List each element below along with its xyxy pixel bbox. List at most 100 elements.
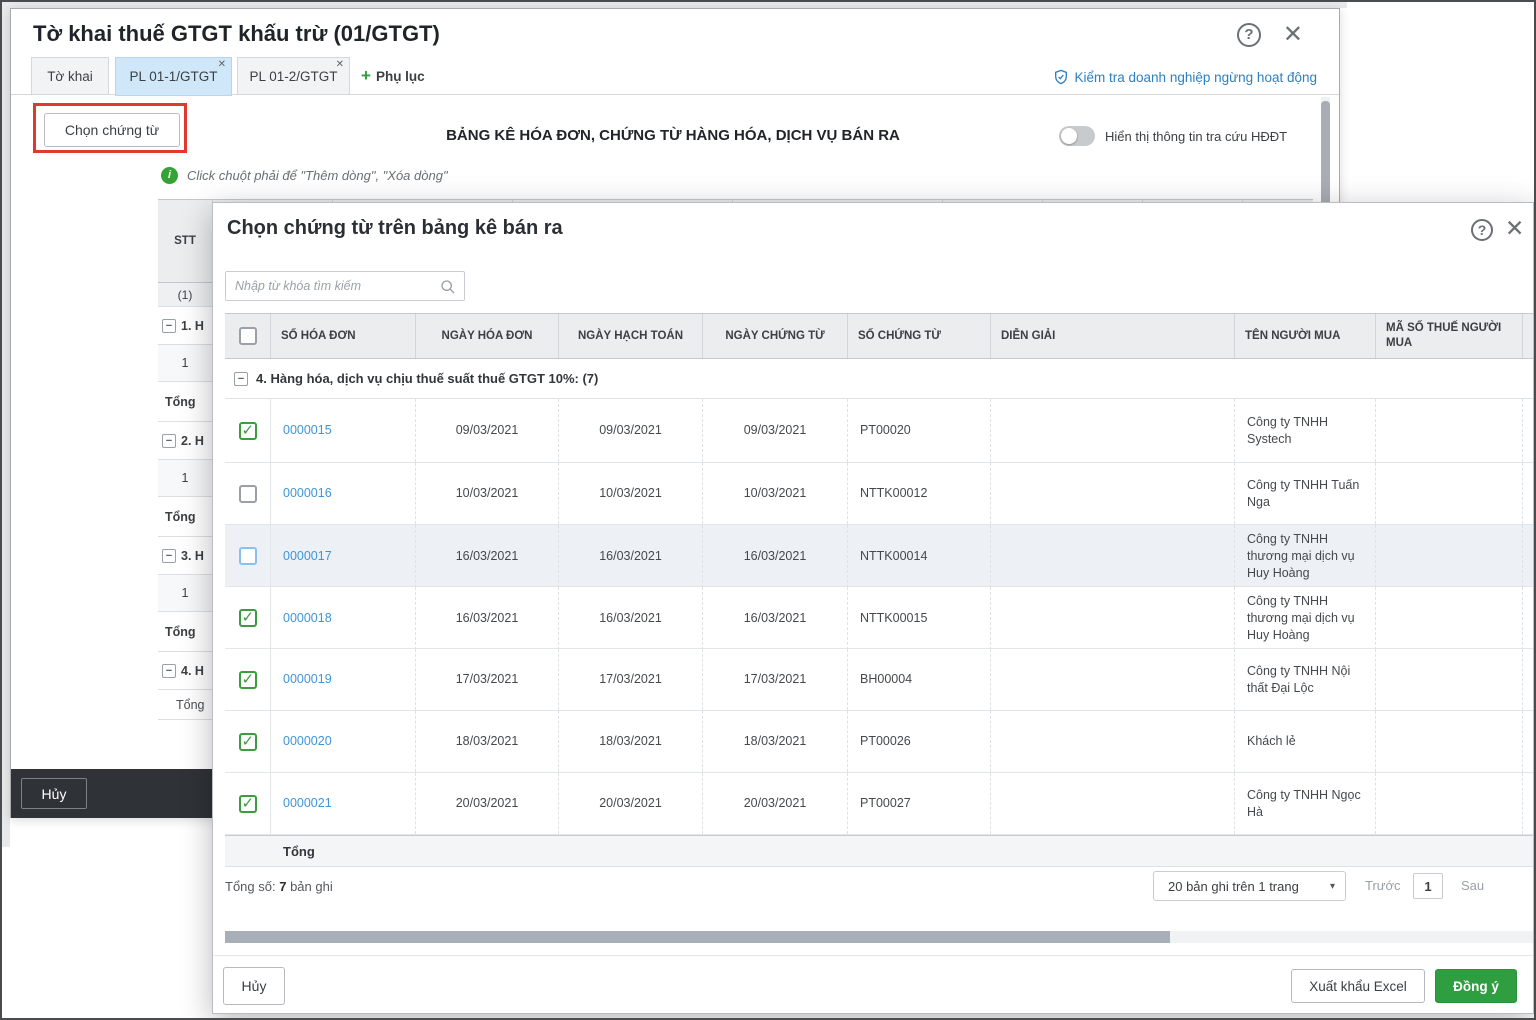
table-row: Tổng xyxy=(158,612,213,652)
cell-text: (1) xyxy=(178,288,193,302)
tab-label: PL 01-1/GTGT xyxy=(129,69,217,84)
record-count-value: 7 xyxy=(279,879,286,894)
pagination-next[interactable]: Sau xyxy=(1461,878,1484,893)
row-checkbox[interactable] xyxy=(239,422,257,440)
search-input[interactable] xyxy=(235,273,430,299)
doc-date-cell: 16/03/2021 xyxy=(703,525,848,588)
add-appendix-label: Phụ lục xyxy=(376,69,425,84)
tab-pl-01-1-gtgt[interactable]: PL 01-1/GTGT ✕ xyxy=(115,57,232,96)
table-header-row: SỐ HÓA ĐƠN NGÀY HÓA ĐƠN NGÀY HẠCH TOÁN N… xyxy=(225,313,1534,359)
row-checkbox[interactable] xyxy=(239,795,257,813)
modal-title: Chọn chứng từ trên bảng kê bán ra xyxy=(227,217,563,240)
check-company-status-link[interactable]: Kiểm tra doanh nghiệp ngừng hoạt động xyxy=(1053,69,1317,85)
collapse-icon[interactable]: − xyxy=(162,434,176,448)
table-row[interactable]: −1. H xyxy=(158,307,213,345)
screenshot-canvas: Tờ khai thuế GTGT khấu trừ (01/GTGT) ? ✕… xyxy=(0,0,1536,1020)
invoice-number-link[interactable]: 0000021 xyxy=(271,773,416,834)
tab-close-icon[interactable]: ✕ xyxy=(218,60,226,70)
description-cell xyxy=(991,399,1235,462)
close-icon[interactable]: ✕ xyxy=(1283,23,1303,47)
tab-to-khai[interactable]: Tờ khai xyxy=(31,57,109,95)
doc-date-cell: 10/03/2021 xyxy=(703,463,848,524)
row-checkbox[interactable] xyxy=(239,485,257,503)
tax-group-label: 4. Hàng hóa, dịch vụ chịu thuế suất thuế… xyxy=(256,371,598,386)
column-header-doc-date: NGÀY CHỨNG TỪ xyxy=(703,314,848,358)
invoice-date-cell: 17/03/2021 xyxy=(416,649,559,710)
page-margin xyxy=(2,2,10,847)
row-checkbox[interactable] xyxy=(239,609,257,627)
invoice-number-link[interactable]: 0000016 xyxy=(271,463,416,524)
column-header-invoice-no: SỐ HÓA ĐƠN xyxy=(271,314,416,358)
description-cell xyxy=(991,773,1235,834)
row-checkbox[interactable] xyxy=(239,733,257,751)
column-header-buyer: TÊN NGƯỜI MUA xyxy=(1235,314,1376,358)
horizontal-scrollbar[interactable] xyxy=(225,931,1533,943)
table-row[interactable]: 0000019 17/03/2021 17/03/2021 17/03/2021… xyxy=(225,649,1534,711)
help-icon[interactable]: ? xyxy=(1237,23,1261,47)
invoice-number-link[interactable]: 0000020 xyxy=(271,711,416,772)
choose-document-modal: Chọn chứng từ trên bảng kê bán ra ? ✕ SỐ… xyxy=(212,202,1534,1014)
tab-close-icon[interactable]: ✕ xyxy=(336,60,344,70)
cancel-button[interactable]: Hủy xyxy=(21,778,87,809)
table-row[interactable]: −2. H xyxy=(158,422,213,460)
table-row[interactable]: 0000016 10/03/2021 10/03/2021 10/03/2021… xyxy=(225,463,1534,525)
tax-code-cell xyxy=(1376,587,1523,650)
doc-number-cell: PT00027 xyxy=(848,773,991,834)
table-row[interactable]: 0000021 20/03/2021 20/03/2021 20/03/2021… xyxy=(225,773,1534,835)
scrollbar-thumb[interactable] xyxy=(225,931,1170,943)
column-header-invoice-date: NGÀY HÓA ĐƠN xyxy=(416,314,559,358)
plus-icon: + xyxy=(361,66,371,86)
page-number-input[interactable] xyxy=(1413,873,1443,899)
column-header-doc-no: SỐ CHỨNG TỪ xyxy=(848,314,991,358)
table-row[interactable]: −4. H xyxy=(158,652,213,690)
close-icon[interactable]: ✕ xyxy=(1505,215,1524,242)
cell-text: Tổng xyxy=(165,510,196,524)
row-checkbox[interactable] xyxy=(239,547,257,565)
table-row[interactable]: −3. H xyxy=(158,537,213,575)
column-header-description: DIỄN GIẢI xyxy=(991,314,1235,358)
collapse-icon[interactable]: − xyxy=(162,549,176,563)
help-icon[interactable]: ? xyxy=(1471,219,1493,241)
invoice-number-link[interactable]: 0000019 xyxy=(271,649,416,710)
row-checkbox[interactable] xyxy=(239,671,257,689)
table-row[interactable]: 0000018 16/03/2021 16/03/2021 16/03/2021… xyxy=(225,587,1534,649)
check-company-status-label: Kiểm tra doanh nghiệp ngừng hoạt động xyxy=(1075,70,1317,85)
invoice-number-link[interactable]: 0000017 xyxy=(271,525,416,588)
confirm-button[interactable]: Đồng ý xyxy=(1435,969,1517,1003)
select-all-checkbox[interactable] xyxy=(239,327,257,345)
posting-date-cell: 16/03/2021 xyxy=(559,587,703,650)
cancel-button[interactable]: Hủy xyxy=(223,967,285,1005)
invoice-number-link[interactable]: 0000018 xyxy=(271,587,416,650)
tax-code-cell xyxy=(1376,525,1523,588)
choose-document-button[interactable]: Chọn chứng từ xyxy=(44,113,180,147)
clipped-cell xyxy=(1523,463,1534,524)
tax-code-cell xyxy=(1376,649,1523,710)
table-row[interactable]: 0000017 16/03/2021 16/03/2021 16/03/2021… xyxy=(225,525,1534,587)
table-row[interactable]: 0000015 09/03/2021 09/03/2021 09/03/2021… xyxy=(225,399,1534,463)
table-row: 1 xyxy=(158,345,213,382)
collapse-icon[interactable]: − xyxy=(234,372,248,386)
search-icon[interactable] xyxy=(440,279,456,295)
collapse-icon[interactable]: − xyxy=(162,664,176,678)
tax-group-row[interactable]: − 4. Hàng hóa, dịch vụ chịu thuế suất th… xyxy=(225,359,1534,399)
clipped-cell xyxy=(1523,587,1534,650)
invoice-date-cell: 20/03/2021 xyxy=(416,773,559,834)
tab-label: Tờ khai xyxy=(47,69,93,84)
tab-pl-01-2-gtgt[interactable]: PL 01-2/GTGT ✕ xyxy=(237,57,350,95)
hint-row: i Click chuột phải để "Thêm dòng", "Xóa … xyxy=(161,167,448,184)
column-header-stt: STT xyxy=(158,200,213,282)
hddt-toggle-label: Hiển thị thông tin tra cứu HĐĐT xyxy=(1105,129,1287,144)
record-count-suffix: bản ghi xyxy=(290,879,333,894)
buyer-name-cell: Công ty TNHH Systech xyxy=(1235,399,1376,462)
page-size-dropdown[interactable]: 20 bản ghi trên 1 trang ▾ xyxy=(1153,871,1346,901)
add-appendix-button[interactable]: + Phụ lục xyxy=(361,57,425,95)
tab-label: PL 01-2/GTGT xyxy=(249,69,337,84)
export-excel-button[interactable]: Xuất khẩu Excel xyxy=(1291,969,1425,1003)
collapse-icon[interactable]: − xyxy=(162,319,176,333)
hddt-toggle[interactable] xyxy=(1059,126,1095,146)
window-title: Tờ khai thuế GTGT khấu trừ (01/GTGT) xyxy=(33,21,440,47)
cell-text: 3. H xyxy=(181,549,204,563)
table-row[interactable]: 0000020 18/03/2021 18/03/2021 18/03/2021… xyxy=(225,711,1534,773)
pagination-prev[interactable]: Trước xyxy=(1365,878,1401,893)
invoice-number-link[interactable]: 0000015 xyxy=(271,399,416,462)
